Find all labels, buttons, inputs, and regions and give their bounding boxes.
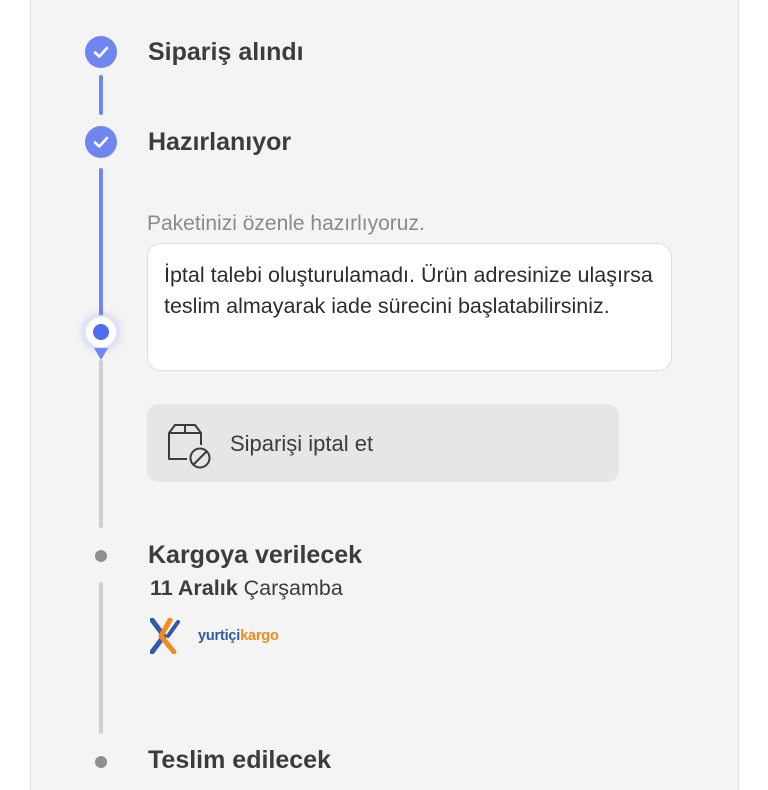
timeline-progress-line: [99, 168, 103, 320]
current-position-marker: [86, 317, 116, 347]
step-shipping-title: Kargoya verilecek: [148, 541, 363, 569]
cancel-order-label: Siparişi iptal et: [230, 431, 374, 456]
step-delivery-title: Teslim edilecek: [148, 746, 331, 774]
step-preparing-check-icon: [85, 126, 117, 158]
carrier-mark-icon: [150, 618, 180, 654]
cancel-info-text: İptal talebi oluşturulamadı. Ürün adresi…: [164, 263, 653, 318]
step-received-title: Sipariş alındı: [148, 38, 304, 66]
shipping-date: 11 Aralık Çarşamba: [150, 576, 343, 601]
timeline-connector-3: [99, 582, 103, 734]
step-preparing-subtitle: Paketinizi özenle hazırlıyoruz.: [147, 212, 425, 235]
cancel-info-message: İptal talebi oluşturulamadı. Ürün adresi…: [147, 243, 672, 371]
cancel-order-button[interactable]: Siparişi iptal et: [147, 404, 619, 482]
carrier-name-part1: yurtiçi: [198, 628, 241, 644]
timeline-connector-2: [99, 360, 103, 528]
step-received-check-icon: [85, 36, 117, 68]
shipping-date-day: 11 Aralık: [150, 576, 238, 600]
step-delivery-dot: [95, 756, 107, 768]
package-cancel-icon: [165, 421, 215, 476]
yurtici-kargo-logo: yurtiçikargo: [150, 618, 279, 654]
current-position-pointer: [94, 348, 108, 360]
step-preparing-title: Hazırlanıyor: [148, 128, 292, 156]
order-tracking-panel: [30, 0, 739, 790]
step-shipping-dot: [95, 550, 107, 562]
timeline-connector-1: [99, 75, 103, 115]
carrier-name-part2: kargo: [240, 628, 279, 644]
shipping-date-weekday: Çarşamba: [243, 576, 343, 600]
